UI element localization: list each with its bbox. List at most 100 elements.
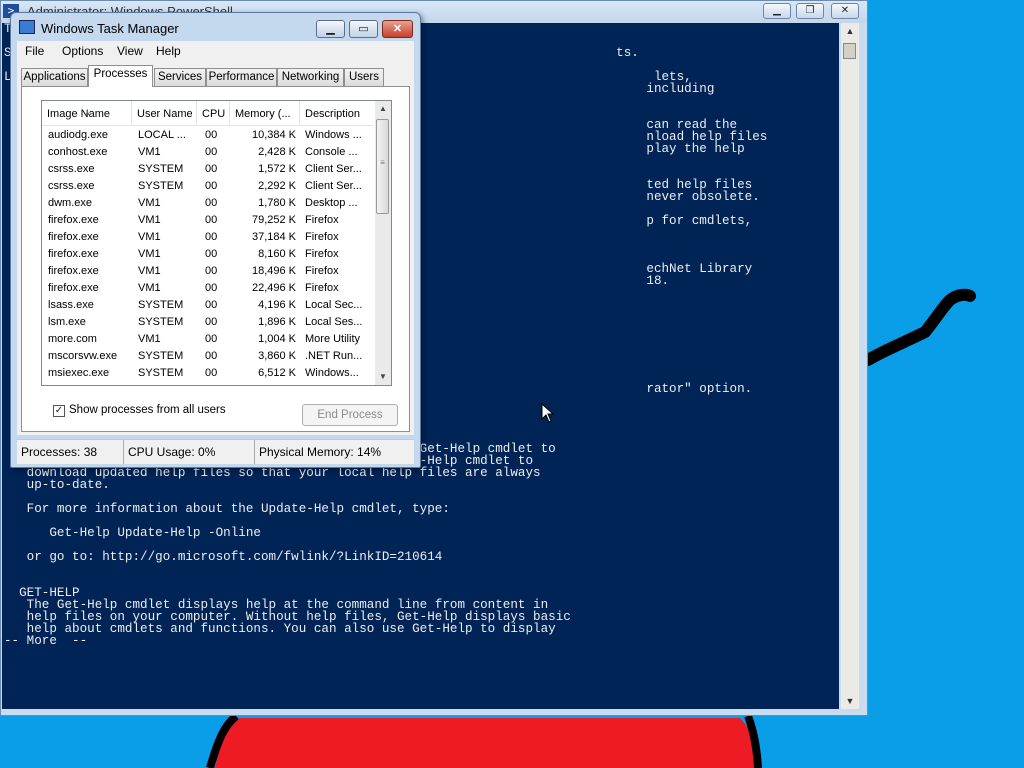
process-memory: 6,512 K [258, 367, 296, 379]
tab-users[interactable]: Users [344, 68, 384, 86]
table-row[interactable]: more.com VM1 00 1,004 K More Utility [42, 331, 373, 348]
tab-processes[interactable]: Processes [88, 65, 153, 87]
process-cpu: 00 [205, 265, 218, 277]
process-memory: 4,196 K [258, 299, 296, 311]
table-row[interactable]: audiodg.exe LOCAL ... 00 10,384 K Windows ..… [42, 127, 373, 144]
scroll-up-arrow-icon[interactable]: ▲ [375, 103, 391, 115]
process-user-name: SYSTEM [138, 367, 184, 379]
process-user-name: VM1 [138, 231, 161, 243]
close-button[interactable]: ✕ [831, 3, 859, 19]
process-list[interactable]: ▲ Image Name User Name CPU Memory (... D… [41, 100, 392, 386]
process-memory: 1,004 K [258, 333, 296, 345]
process-description: Firefox [305, 265, 339, 277]
process-list-scrollbar[interactable]: ▲ ≡ ▼ [375, 101, 391, 385]
table-row[interactable]: firefox.exe VM1 00 18,496 K Firefox [42, 263, 373, 280]
column-image-name[interactable]: ▲ Image Name [42, 101, 132, 125]
process-image-name: firefox.exe [48, 265, 99, 277]
column-label: Image Name [47, 108, 110, 120]
column-memory[interactable]: Memory (... [230, 101, 300, 125]
table-row[interactable]: mscorsvw.exe SYSTEM 00 3,860 K .NET Run... [42, 348, 373, 365]
scroll-down-arrow-icon[interactable]: ▼ [841, 693, 859, 709]
menu-view[interactable]: View [117, 44, 143, 58]
process-image-name: lsm.exe [48, 316, 86, 328]
table-row[interactable]: lsm.exe SYSTEM 00 1,896 K Local Ses... [42, 314, 373, 331]
process-user-name: SYSTEM [138, 180, 184, 192]
tab-services[interactable]: Services [154, 68, 206, 86]
process-cpu: 00 [205, 367, 218, 379]
scrollbar-thumb[interactable] [843, 43, 856, 59]
column-description[interactable]: Description [300, 101, 373, 125]
minimize-button[interactable]: ▁ [316, 20, 345, 38]
process-memory: 79,252 K [251, 214, 296, 226]
process-image-name: lsass.exe [48, 299, 94, 311]
table-row[interactable]: dwm.exe VM1 00 1,780 K Desktop ... [42, 195, 373, 212]
table-row[interactable]: csrss.exe SYSTEM 00 1,572 K Client Ser... [42, 161, 373, 178]
process-image-name: firefox.exe [48, 214, 99, 226]
process-cpu: 00 [205, 350, 218, 362]
end-process-button[interactable]: End Process [302, 404, 398, 426]
processes-panel: ▲ Image Name User Name CPU Memory (... D… [21, 86, 410, 432]
sort-ascending-icon: ▲ [84, 110, 91, 117]
process-memory: 10,384 K [251, 129, 296, 141]
black-line [862, 288, 976, 366]
task-manager-titlebar[interactable]: Windows Task Manager ▁ ▭ ✕ [11, 13, 420, 41]
process-image-name: firefox.exe [48, 248, 99, 260]
process-memory: 3,860 K [258, 350, 296, 362]
red-shape [215, 718, 760, 768]
process-user-name: VM1 [138, 282, 161, 294]
table-row[interactable]: csrss.exe SYSTEM 00 2,292 K Client Ser... [42, 178, 373, 195]
maximize-button[interactable]: ▭ [349, 20, 378, 38]
menu-help[interactable]: Help [156, 44, 181, 58]
process-cpu: 00 [205, 282, 218, 294]
close-button[interactable]: ✕ [382, 20, 413, 38]
process-image-name: conhost.exe [48, 146, 108, 158]
process-image-name: csrss.exe [48, 163, 95, 175]
minimize-button[interactable]: ▁ [763, 3, 791, 19]
process-user-name: LOCAL ... [138, 129, 186, 141]
column-cpu[interactable]: CPU [197, 101, 230, 125]
column-user-name[interactable]: User Name [132, 101, 197, 125]
table-row[interactable]: lsass.exe SYSTEM 00 4,196 K Local Sec... [42, 297, 373, 314]
scroll-down-arrow-icon[interactable]: ▼ [375, 371, 391, 383]
table-row[interactable]: msiexec.exe SYSTEM 00 6,512 K Windows... [42, 365, 373, 382]
process-memory: 18,496 K [251, 265, 296, 277]
process-user-name: VM1 [138, 197, 161, 209]
task-manager-window[interactable]: Windows Task Manager ▁ ▭ ✕ File Options … [10, 12, 421, 468]
process-cpu: 00 [205, 163, 218, 175]
tab-applications[interactable]: Applications [21, 68, 88, 86]
process-list-header: ▲ Image Name User Name CPU Memory (... D… [42, 101, 373, 126]
show-all-users-checkbox[interactable]: ✓ [53, 405, 65, 417]
tab-performance[interactable]: Performance [206, 68, 277, 86]
process-user-name: VM1 [138, 214, 161, 226]
process-user-name: SYSTEM [138, 299, 184, 311]
process-description: Windows... [305, 367, 359, 379]
scrollbar-thumb[interactable]: ≡ [376, 119, 389, 214]
minimize-icon: ▁ [773, 5, 781, 16]
menu-file[interactable]: File [25, 44, 44, 58]
table-row[interactable]: firefox.exe VM1 00 8,160 K Firefox [42, 246, 373, 263]
process-cpu: 00 [205, 316, 218, 328]
process-memory: 37,184 K [251, 231, 296, 243]
process-cpu: 00 [205, 299, 218, 311]
show-all-users-label[interactable]: Show processes from all users [69, 404, 226, 416]
scroll-up-arrow-icon[interactable]: ▲ [841, 23, 859, 39]
process-user-name: SYSTEM [138, 350, 184, 362]
console-scrollbar[interactable]: ▲ ▼ [841, 23, 859, 709]
table-row[interactable]: conhost.exe VM1 00 2,428 K Console ... [42, 144, 373, 161]
process-memory: 1,572 K [258, 163, 296, 175]
table-row[interactable]: firefox.exe VM1 00 22,496 K Firefox [42, 280, 373, 297]
process-image-name: firefox.exe [48, 231, 99, 243]
process-memory: 8,160 K [258, 248, 296, 260]
table-row[interactable]: firefox.exe VM1 00 37,184 K Firefox [42, 229, 373, 246]
close-icon: ✕ [840, 5, 850, 16]
restore-icon: ❐ [805, 5, 815, 16]
process-memory: 2,292 K [258, 180, 296, 192]
tab-networking[interactable]: Networking [277, 68, 344, 86]
table-row[interactable]: firefox.exe VM1 00 79,252 K Firefox [42, 212, 373, 229]
maximize-button[interactable]: ❐ [796, 3, 824, 19]
process-description: More Utility [305, 333, 361, 345]
task-manager-title: Windows Task Manager [41, 21, 179, 36]
process-user-name: SYSTEM [138, 163, 184, 175]
process-description: Windows ... [305, 129, 362, 141]
menu-options[interactable]: Options [62, 44, 103, 58]
